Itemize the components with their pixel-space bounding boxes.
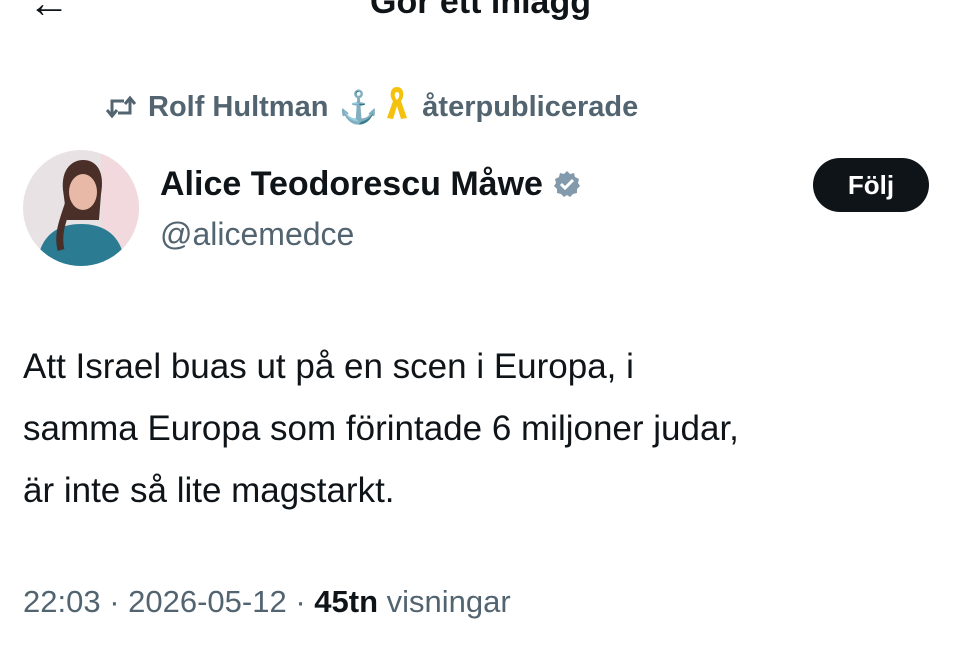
page-title: Gör ett inlägg [370,0,591,21]
repost-icon [106,95,136,119]
views-count: 45tn [314,584,379,619]
tweet-line: är inte så lite magstarkt. [23,471,395,510]
top-bar: ← Gör ett inlägg ··· [0,0,961,30]
tweet-date[interactable]: 2026-05-12 [128,584,287,619]
repost-context: Rolf Hultman ⚓ återpublicerade [106,86,638,128]
separator: · [286,584,315,619]
follow-button[interactable]: Följ [813,158,929,212]
tweet-line: samma Europa som förintade 6 miljoner ju… [23,409,739,448]
author-handle[interactable]: @alicemedce [160,214,354,254]
views-label: visningar [378,584,511,619]
repost-action-label: återpublicerade [422,90,639,123]
yellow-ribbon-icon [384,84,410,130]
verified-badge-icon [553,170,581,198]
more-dots-icon[interactable]: ··· [880,0,923,16]
author-display-name: Alice Teodorescu Måwe [160,165,543,203]
separator: · [100,584,129,619]
avatar[interactable] [23,150,139,266]
author-name[interactable]: Alice Teodorescu Måwe [160,164,581,204]
reposter-name[interactable]: Rolf Hultman [148,91,328,124]
tweet-text: Att Israel buas ut på en scen i Europa, … [23,336,943,522]
tweet-time[interactable]: 22:03 [23,584,101,619]
anchor-emoji: ⚓ [338,89,379,125]
tweet-meta: 22:03 · 2026-05-12 · 45tn visningar [23,580,511,624]
tweet-line: Att Israel buas ut på en scen i Europa, … [23,347,634,386]
